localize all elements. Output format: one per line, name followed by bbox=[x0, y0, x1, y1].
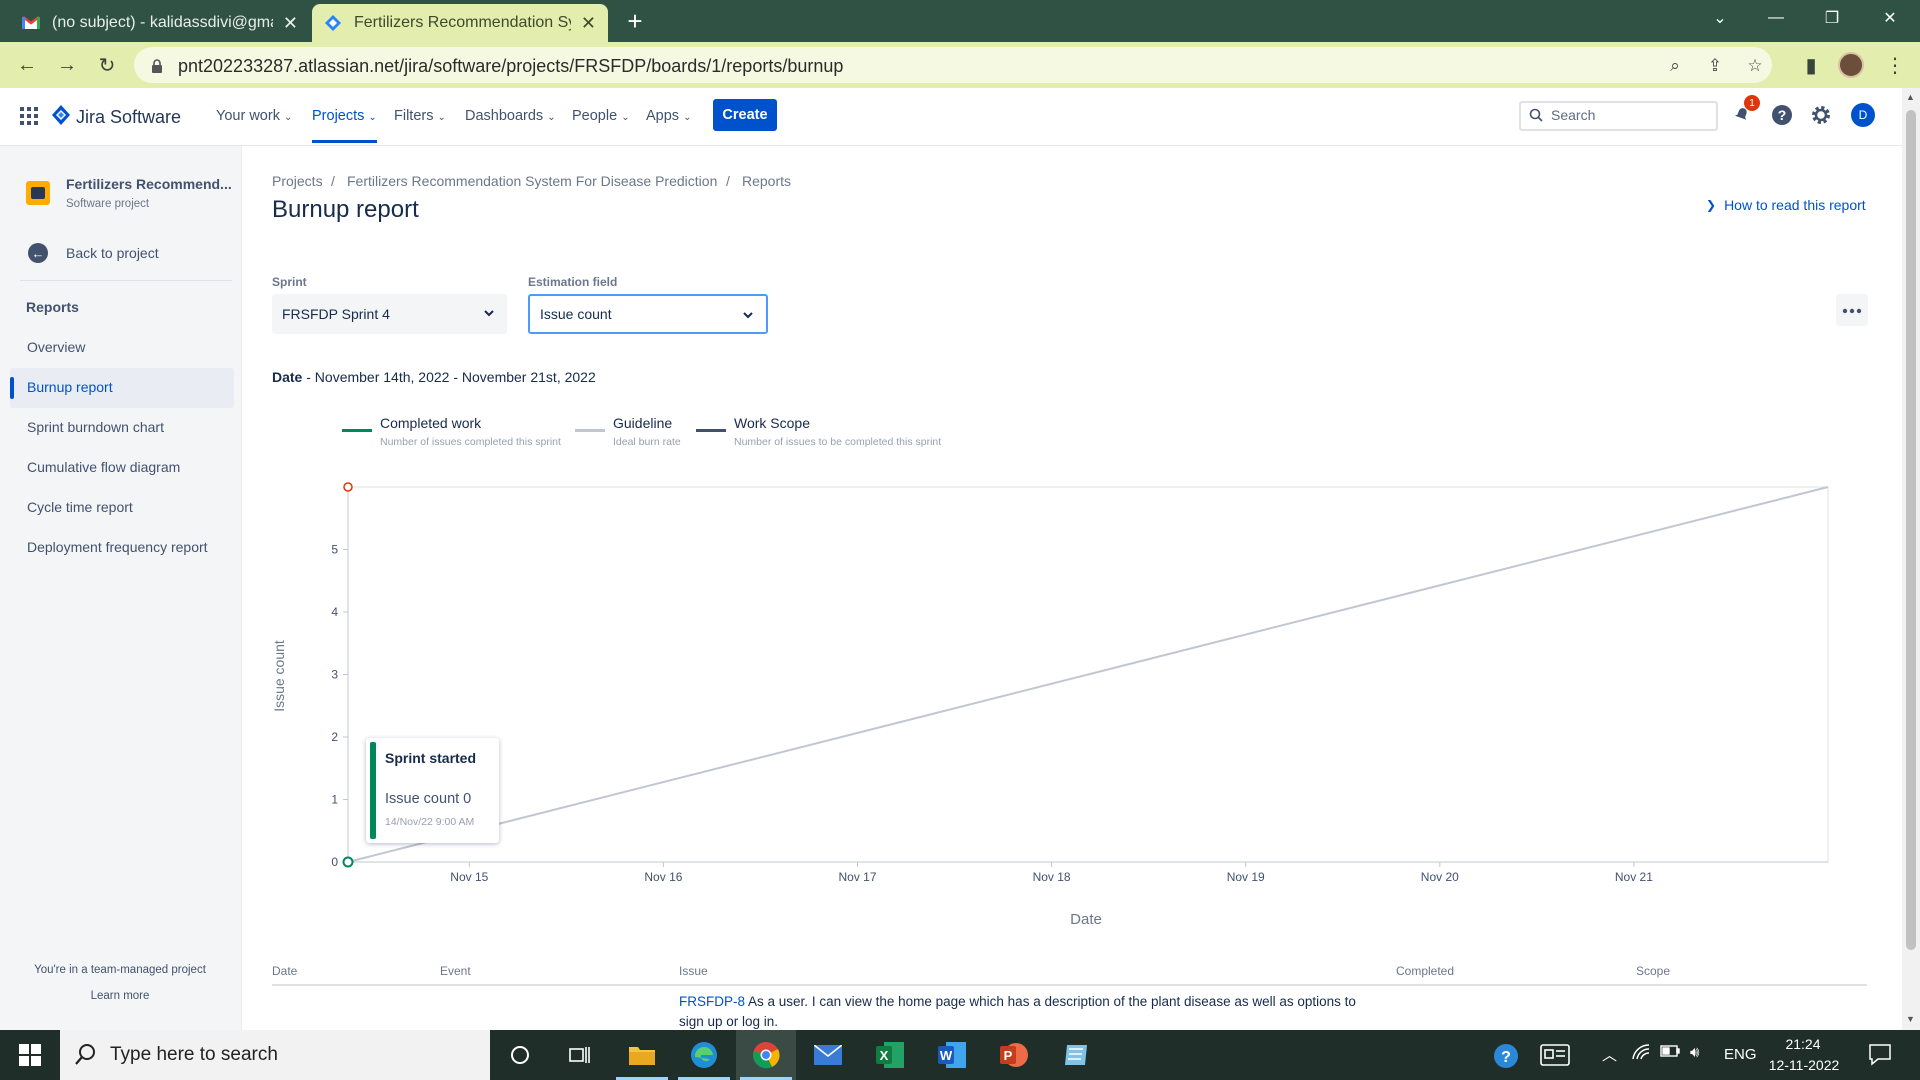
chrome-browser-icon[interactable] bbox=[736, 1030, 796, 1080]
windows-taskbar: X W P ? ︿ 🔊︎ ENG 21:24 12-11-2022 bbox=[0, 1030, 1920, 1080]
x-tick-label: Nov 19 bbox=[1227, 870, 1265, 884]
search-icon bbox=[74, 1043, 96, 1072]
svg-text:X: X bbox=[880, 1048, 889, 1063]
svg-text:?: ? bbox=[1501, 1049, 1511, 1066]
scroll-up-icon[interactable]: ▲ bbox=[1906, 92, 1915, 102]
y-tick-label: 4 bbox=[331, 605, 338, 619]
cortana-icon[interactable] bbox=[490, 1030, 550, 1080]
tooltip-accent bbox=[370, 742, 376, 839]
x-tick-label: Nov 16 bbox=[644, 870, 682, 884]
x-tick-label: Nov 18 bbox=[1033, 870, 1071, 884]
y-tick-label: 0 bbox=[331, 855, 338, 869]
issue-key-link[interactable]: FRSFDP-8 bbox=[679, 994, 745, 1009]
windows-start-icon[interactable] bbox=[0, 1030, 60, 1080]
table-header-event[interactable]: Event bbox=[440, 964, 471, 978]
x-tick-label: Nov 17 bbox=[838, 870, 876, 884]
taskbar-search-box[interactable] bbox=[60, 1030, 490, 1080]
table-header-issue[interactable]: Issue bbox=[679, 964, 708, 978]
help-tray-icon[interactable]: ? bbox=[1492, 1042, 1520, 1074]
table-header-completed[interactable]: Completed bbox=[1396, 964, 1454, 978]
y-tick-label: 1 bbox=[331, 793, 338, 807]
edge-browser-icon[interactable] bbox=[674, 1030, 734, 1080]
scrollbar-thumb[interactable] bbox=[1906, 110, 1916, 950]
burnup-chart: 0 1 2 3 4 5 Nov 15 Nov 16 Nov 17 Nov 18 Nov 19 Nov… bbox=[271, 482, 1829, 928]
issue-summary: As a user. I can view the home page whic… bbox=[679, 994, 1356, 1029]
mail-icon[interactable] bbox=[798, 1030, 858, 1080]
task-view-icon[interactable] bbox=[550, 1030, 610, 1080]
chart-tooltip: Sprint started Issue count 0 14/Nov/22 9… bbox=[366, 738, 499, 843]
y-tick-label: 5 bbox=[331, 543, 338, 557]
language-indicator[interactable]: ENG bbox=[1724, 1046, 1757, 1063]
table-header-divider bbox=[272, 984, 1867, 986]
excel-icon[interactable]: X bbox=[860, 1030, 920, 1080]
tooltip-value: Issue count 0 bbox=[385, 791, 472, 807]
scroll-down-icon[interactable]: ▼ bbox=[1906, 1014, 1915, 1024]
volume-icon[interactable]: 🔊︎ bbox=[1690, 1044, 1699, 1061]
wifi-icon[interactable] bbox=[1632, 1044, 1650, 1064]
page-scrollbar[interactable]: ▲ ▼ bbox=[1902, 88, 1920, 1030]
x-tick-label: Nov 20 bbox=[1421, 870, 1459, 884]
taskbar-search-input[interactable] bbox=[110, 1044, 470, 1066]
clock-date[interactable]: 12-11-2022 bbox=[1762, 1057, 1846, 1073]
completed-work-point bbox=[342, 856, 354, 868]
notification-center-icon[interactable] bbox=[1868, 1042, 1892, 1070]
x-tick-label: Nov 21 bbox=[1615, 870, 1653, 884]
work-scope-point bbox=[343, 482, 353, 492]
y-tick-label: 3 bbox=[331, 668, 338, 682]
learn-more-link[interactable]: Learn more bbox=[0, 990, 240, 1002]
clock-time[interactable]: 21:24 bbox=[1768, 1036, 1838, 1052]
table-header-scope[interactable]: Scope bbox=[1636, 964, 1670, 978]
y-tick-label: 2 bbox=[331, 730, 338, 744]
team-managed-note: You're in a team-managed project bbox=[34, 964, 206, 976]
news-widget-icon[interactable] bbox=[1540, 1044, 1570, 1070]
file-explorer-icon[interactable] bbox=[612, 1030, 672, 1080]
y-axis-label: Issue count bbox=[271, 640, 287, 712]
x-axis-label: Date bbox=[1070, 911, 1102, 928]
svg-text:P: P bbox=[1004, 1048, 1013, 1063]
table-row: FRSFDP-8 As a user. I can view the home … bbox=[679, 992, 1379, 1032]
guideline-series-line bbox=[347, 486, 1829, 863]
show-hidden-icons[interactable]: ︿ bbox=[1602, 1044, 1617, 1065]
svg-text:W: W bbox=[940, 1048, 953, 1063]
battery-icon[interactable] bbox=[1660, 1044, 1680, 1062]
powerpoint-icon[interactable]: P bbox=[984, 1030, 1044, 1080]
word-icon[interactable]: W bbox=[922, 1030, 982, 1080]
table-header-date[interactable]: Date bbox=[272, 964, 297, 978]
x-tick-label: Nov 15 bbox=[450, 870, 488, 884]
notepad-app-icon[interactable] bbox=[1046, 1030, 1106, 1080]
tooltip-timestamp: 14/Nov/22 9:00 AM bbox=[385, 816, 475, 828]
tooltip-title: Sprint started bbox=[385, 750, 477, 766]
